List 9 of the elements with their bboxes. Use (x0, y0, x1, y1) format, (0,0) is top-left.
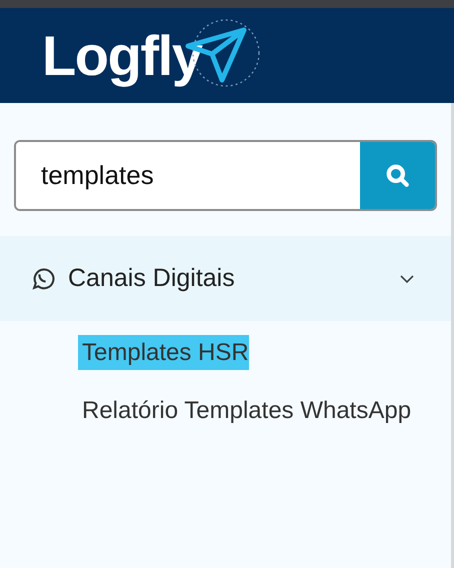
search-button[interactable] (360, 142, 435, 209)
chevron-icon (399, 274, 415, 284)
menu-link[interactable]: Relatório Templates WhatsApp (78, 393, 412, 428)
whatsapp-icon (30, 266, 55, 291)
menu-group-label: Canais Digitais (68, 262, 236, 294)
menu-link[interactable]: Templates HSR (78, 335, 249, 370)
search-icon (384, 162, 410, 188)
search-field[interactable]: templates (14, 140, 437, 211)
menu-group[interactable]: Canais Digitais (0, 236, 451, 321)
